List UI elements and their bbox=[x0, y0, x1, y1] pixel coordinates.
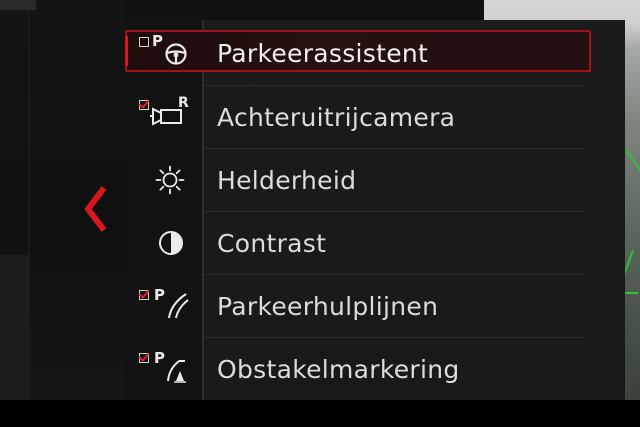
menu-item-label: Achteruitrijcamera bbox=[217, 103, 456, 132]
menu-item-icon bbox=[125, 211, 203, 274]
menu-item-icon: R bbox=[125, 85, 203, 148]
menu-item-label: Parkeerassistent bbox=[217, 39, 429, 68]
checkbox-unchecked-icon bbox=[139, 37, 149, 47]
chevron-left-icon bbox=[84, 186, 107, 232]
checkbox-checked-icon bbox=[139, 100, 149, 110]
menu-item-label: Obstakelmarkering bbox=[217, 355, 460, 384]
camera-view-corner bbox=[0, 0, 36, 10]
parking-badge: P bbox=[154, 349, 165, 367]
obstacle-marker-icon bbox=[167, 360, 186, 383]
menu-item-helderheid[interactable]: Helderheid bbox=[125, 148, 625, 211]
row-divider bbox=[204, 337, 584, 338]
contrast-icon bbox=[159, 231, 183, 255]
checkbox-checked-icon bbox=[139, 290, 149, 300]
infotainment-screen: P Parkeerassistent R Achteruitrijcamera bbox=[0, 0, 640, 427]
menu-item-obstakelmarkering[interactable]: P Obstakelmarkering bbox=[125, 337, 625, 400]
row-divider bbox=[204, 85, 584, 86]
divider bbox=[28, 0, 30, 255]
menu-item-icon: P bbox=[125, 274, 203, 337]
menu-item-icon: P bbox=[125, 20, 203, 83]
row-divider bbox=[204, 148, 584, 149]
menu-item-label: Helderheid bbox=[217, 166, 357, 195]
menu-item-contrast[interactable]: Contrast bbox=[125, 211, 625, 274]
parking-lines-icon bbox=[168, 293, 189, 319]
sun-icon bbox=[155, 165, 185, 195]
parking-guide-line bbox=[624, 292, 638, 294]
menu-item-achteruitrijcamera[interactable]: R Achteruitrijcamera bbox=[125, 85, 625, 148]
menu-item-icon: P bbox=[125, 337, 203, 400]
menu-item-label: Parkeerhulplijnen bbox=[217, 292, 439, 321]
parking-badge: P bbox=[154, 286, 165, 304]
checkbox-checked-icon bbox=[139, 353, 149, 363]
parking-badge: P bbox=[152, 32, 163, 50]
steering-wheel-icon bbox=[165, 43, 187, 65]
menu-item-parkeerhulplijnen[interactable]: P Parkeerhulplijnen bbox=[125, 274, 625, 337]
row-divider bbox=[204, 274, 584, 275]
back-button[interactable] bbox=[82, 184, 112, 234]
menu-item-parkeerassistent[interactable]: P Parkeerassistent bbox=[125, 20, 625, 83]
row-divider bbox=[204, 211, 584, 212]
screen-bezel bbox=[0, 400, 640, 427]
camera-view-strip bbox=[0, 255, 30, 400]
menu-item-icon bbox=[125, 148, 203, 211]
reverse-badge: R bbox=[178, 95, 189, 111]
menu-item-label: Contrast bbox=[217, 229, 327, 258]
